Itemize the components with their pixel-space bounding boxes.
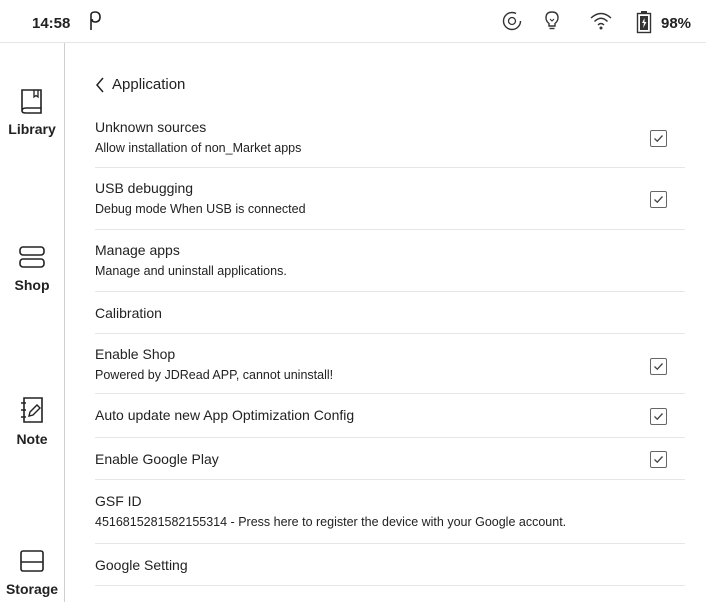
setting-gsf-id[interactable]: GSF ID 4516815281582155314 - Press here … [95, 480, 685, 544]
sidebar-item-library[interactable]: Library [0, 87, 64, 137]
setting-title: Unknown sources [95, 119, 207, 135]
status-time: 14:58 [32, 15, 71, 32]
battery-percent: 98% [661, 15, 692, 32]
sidebar-item-label: Library [8, 121, 56, 137]
divider [95, 585, 685, 586]
setting-title: Google Setting [95, 557, 188, 573]
sidebar-item-storage[interactable]: Storage [0, 547, 64, 597]
note-icon [0, 395, 64, 425]
setting-google-setting[interactable]: Google Setting [95, 544, 685, 586]
setting-manage-apps[interactable]: Manage apps Manage and uninstall applica… [95, 230, 685, 292]
setting-title: Enable Shop [95, 346, 176, 362]
setting-calibration[interactable]: Calibration [95, 292, 685, 334]
page-title: Application [112, 76, 186, 93]
setting-subtitle: 4516815281582155314 - Press here to regi… [95, 515, 567, 529]
setting-subtitle: Debug mode When USB is connected [95, 202, 306, 216]
sidebar-item-note[interactable]: Note [0, 395, 64, 447]
setting-title: Manage apps [95, 242, 180, 258]
setting-title: USB debugging [95, 180, 194, 196]
setting-title: GSF ID [95, 493, 142, 509]
shop-icon [0, 243, 64, 271]
status-bar: 14:58 98% [0, 0, 706, 43]
p-app-icon [88, 11, 102, 36]
setting-title: Enable Google Play [95, 451, 219, 467]
setting-enable-google-play[interactable]: Enable Google Play [95, 438, 685, 480]
sync-icon [501, 10, 523, 37]
setting-subtitle: Powered by JDRead APP, cannot uninstall! [95, 368, 334, 382]
sidebar-item-label: Shop [14, 277, 50, 293]
sidebar-item-shop[interactable]: Shop [0, 243, 64, 293]
setting-unknown-sources[interactable]: Unknown sources Allow installation of no… [95, 114, 685, 168]
checkbox-usb-debugging[interactable] [650, 191, 667, 208]
setting-title: Calibration [95, 305, 162, 321]
sidebar-item-label: Storage [5, 581, 59, 597]
bulb-icon [543, 10, 561, 37]
setting-auto-update-optimization[interactable]: Auto update new App Optimization Config [95, 394, 685, 438]
checkbox-enable-google-play[interactable] [650, 451, 667, 468]
setting-enable-shop[interactable]: Enable Shop Powered by JDRead APP, canno… [95, 334, 685, 394]
storage-icon [0, 547, 64, 575]
checkbox-auto-update-optimization[interactable] [650, 408, 667, 425]
setting-usb-debugging[interactable]: USB debugging Debug mode When USB is con… [95, 168, 685, 230]
checkbox-enable-shop[interactable] [650, 358, 667, 375]
chevron-left-icon [95, 77, 105, 98]
wifi-icon [589, 10, 613, 37]
checkbox-unknown-sources[interactable] [650, 130, 667, 147]
setting-title: Auto update new App Optimization Config [95, 407, 355, 423]
sidebar: Library Shop Note Storage [0, 43, 65, 602]
setting-subtitle: Manage and uninstall applications. [95, 264, 287, 278]
book-icon [0, 87, 64, 115]
setting-subtitle: Allow installation of non_Market apps [95, 141, 302, 155]
sidebar-item-label: Note [16, 431, 48, 447]
battery-icon [636, 10, 652, 39]
